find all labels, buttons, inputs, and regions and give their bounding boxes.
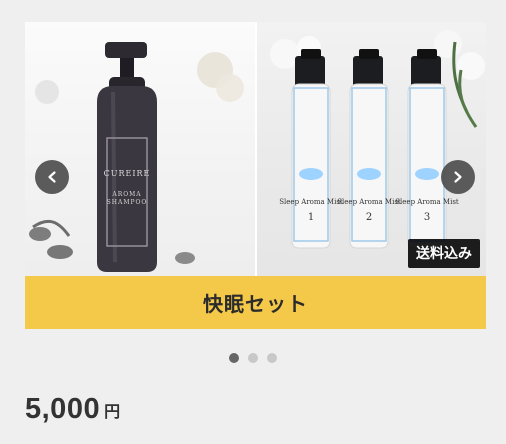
spray-bottle-2: Sleep Aroma Mist 2	[337, 49, 401, 249]
spray-number-3: 3	[424, 212, 430, 223]
carousel-dot-1[interactable]	[229, 353, 239, 363]
carousel-dot-2[interactable]	[248, 353, 258, 363]
shampoo-illustration: CUREIRE AROMA SHAMPOO	[29, 42, 244, 272]
product-card[interactable]: CUREIRE AROMA SHAMPOO Sleep Aroma Mist 1…	[25, 22, 486, 329]
shampoo-label-line-1: AROMA	[111, 191, 141, 198]
price-amount: 5,000	[25, 393, 101, 425]
carousel-dots	[0, 353, 506, 367]
spray-bottle-3: Sleep Aroma Mist 3	[395, 49, 459, 249]
spray-label-3: Sleep Aroma Mist	[395, 198, 459, 206]
carousel-next-button[interactable]	[441, 160, 475, 194]
spray-label-2: Sleep Aroma Mist	[337, 198, 401, 206]
spray-illustration: Sleep Aroma Mist 1 Sleep Aroma Mist 2 Sl…	[270, 30, 485, 249]
chevron-right-icon	[454, 171, 462, 183]
price-currency: 円	[104, 404, 121, 421]
shipping-badge: 送料込み	[408, 239, 480, 268]
spray-number-1: 1	[308, 212, 314, 223]
spray-panel: Sleep Aroma Mist 1 Sleep Aroma Mist 2 Sl…	[257, 22, 486, 276]
carousel-prev-button[interactable]	[35, 160, 69, 194]
shampoo-panel: CUREIRE AROMA SHAMPOO	[25, 22, 255, 276]
product-image[interactable]: CUREIRE AROMA SHAMPOO Sleep Aroma Mist 1…	[25, 22, 486, 276]
carousel-dot-3[interactable]	[267, 353, 277, 363]
shampoo-brand-label: CUREIRE	[104, 169, 151, 178]
chevron-left-icon	[48, 171, 56, 183]
product-title-bar: 快眠セット	[25, 276, 486, 329]
shampoo-label-line-2: SHAMPOO	[107, 199, 148, 206]
spray-label-1: Sleep Aroma Mist	[279, 198, 343, 206]
product-title: 快眠セット	[203, 294, 308, 316]
spray-bottle-1: Sleep Aroma Mist 1	[279, 49, 343, 249]
price: 5,000 円	[25, 393, 120, 426]
spray-number-2: 2	[366, 212, 372, 223]
